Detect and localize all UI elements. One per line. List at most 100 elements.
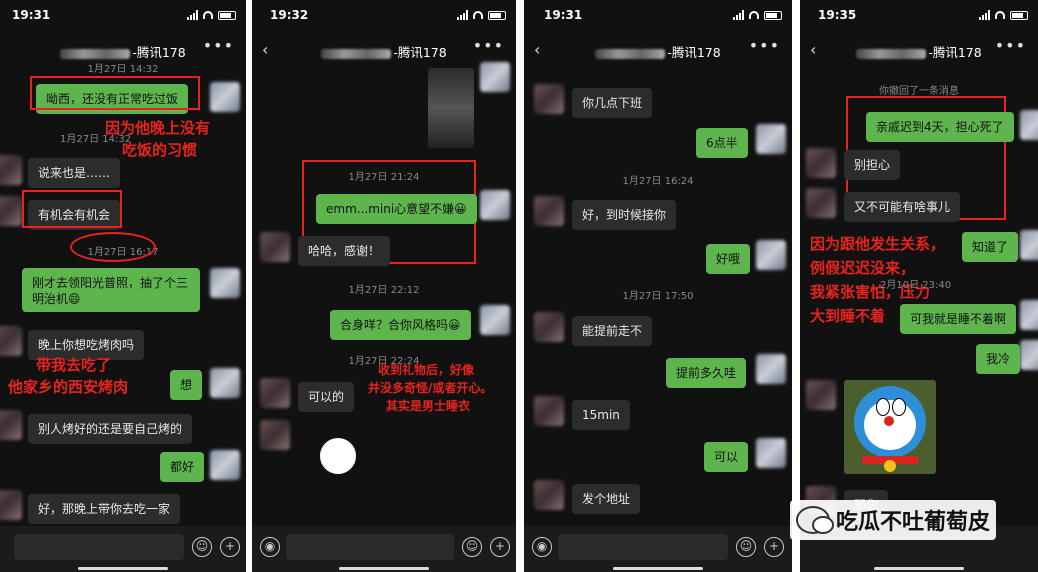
message-input[interactable] [558, 534, 728, 560]
timestamp: 1月27日 16:24 [622, 176, 694, 187]
avatar-self [756, 124, 786, 154]
phone-screenshot-3: 19:31 ‹ -腾讯178 ••• 你几点下班 6点半 1月27日 16:24… [524, 0, 792, 572]
wechat-icon [796, 506, 834, 534]
timestamp: 1月27日 17:50 [622, 291, 694, 302]
annotation-text: 其实是男士睡衣 [386, 399, 471, 413]
annotation-text: 并没多奇怪/或者开心。 [368, 381, 493, 395]
more-options-icon[interactable]: ••• [203, 36, 234, 55]
signal-icon [733, 10, 744, 20]
video-thumbnail[interactable] [428, 68, 474, 148]
battery-icon [764, 10, 782, 20]
message-bubble-received: 可以的 [298, 382, 355, 412]
avatar-contact [0, 155, 22, 185]
message-bubble-received: 能提前走不 [572, 316, 653, 346]
blurred-contact-name [60, 48, 131, 59]
avatar-contact [0, 490, 22, 520]
annotation-text: 因为跟他发生关系， [810, 235, 946, 253]
wifi-icon [749, 11, 759, 19]
avatar-contact [534, 396, 564, 426]
annotation-text: 他家乡的西安烤肉 [8, 378, 129, 396]
message-bubble-received: 发个地址 [572, 484, 641, 514]
plus-icon[interactable]: + [764, 537, 784, 557]
message-bubble-received: 你几点下班 [572, 88, 653, 118]
plus-icon[interactable]: + [490, 537, 510, 557]
plus-icon[interactable]: + [220, 537, 240, 557]
input-bar: ◉ ☺ + [252, 526, 516, 572]
sticker-image [320, 438, 356, 474]
message-bubble-sent: 好哦 [706, 244, 751, 274]
message-bubble-sent: 6点半 [696, 128, 748, 158]
status-time: 19:31 [12, 8, 51, 22]
highlight-box [22, 190, 122, 228]
recall-notice: 你撤回了一条消息 [879, 86, 959, 97]
timestamp: 1月27日 22:12 [348, 285, 420, 296]
avatar-contact [534, 312, 564, 342]
message-bubble-sent: 可以 [704, 442, 749, 472]
emoji-icon[interactable]: ☺ [736, 537, 756, 557]
avatar-contact [0, 410, 22, 440]
timestamp: 1月27日 14:32 [60, 134, 132, 145]
emoji-icon[interactable]: ☺ [462, 537, 482, 557]
avatar-contact [260, 232, 290, 262]
avatar-self [210, 368, 240, 398]
home-indicator [339, 567, 429, 570]
highlight-oval [70, 232, 156, 262]
battery-icon [488, 10, 506, 20]
avatar-contact [0, 326, 22, 356]
annotation-text: 带我去吃了 [36, 356, 112, 374]
watermark-text: 吃瓜不吐葡萄皮 [836, 510, 991, 535]
avatar-contact [806, 380, 836, 410]
timestamp: 1月27日 14:32 [87, 64, 159, 75]
timestamp: 2月10日 23:40 [880, 280, 952, 291]
blurred-contact-name [856, 48, 927, 59]
status-bar: 19:35 [800, 8, 1038, 26]
message-bubble-sent: 都好 [160, 452, 205, 482]
avatar-contact [806, 188, 836, 218]
emoji-icon[interactable]: ☺ [192, 537, 212, 557]
avatar-self [1020, 340, 1038, 370]
voice-icon[interactable]: ◉ [532, 537, 552, 557]
status-time: 19:35 [818, 8, 857, 22]
avatar-contact [260, 378, 290, 408]
avatar-self [210, 450, 240, 480]
message-bubble-sent: emm...mini心意望不嫌😀 [316, 194, 477, 224]
signal-icon [187, 10, 198, 20]
status-time: 19:32 [270, 8, 309, 22]
avatar-contact [534, 84, 564, 114]
phone-screenshot-1: 19:31 -腾讯178 ••• 1月27日 14:32 呦西，还没有正常吃过饭… [0, 0, 246, 572]
avatar-self [1020, 110, 1038, 140]
avatar-contact [260, 420, 290, 450]
avatar-self [756, 438, 786, 468]
more-options-icon[interactable]: ••• [749, 36, 780, 55]
battery-icon [1010, 10, 1028, 20]
more-options-icon[interactable]: ••• [473, 36, 504, 55]
input-bar: ◉ ☺ + [524, 526, 792, 572]
message-bubble-sent: 知道了 [962, 232, 1019, 262]
voice-icon[interactable]: ◉ [260, 537, 280, 557]
doraemon-sticker [844, 380, 936, 474]
message-bubble-received: 别人烤好的还是要自己烤的 [28, 414, 193, 444]
message-input[interactable] [14, 534, 184, 560]
signal-icon [979, 10, 990, 20]
chat-header: ‹ -腾讯178 ••• [524, 36, 792, 62]
message-input[interactable] [286, 534, 454, 560]
phone-screenshot-4: 19:35 ‹ -腾讯178 ••• 你撤回了一条消息 亲戚迟到4天，担心死了 … [800, 0, 1038, 572]
annotation-text: 大到睡不着 [810, 307, 886, 325]
watermark: 吃瓜不吐葡萄皮 [790, 500, 997, 540]
message-bubble-received: 又不可能有啥事儿 [844, 192, 961, 222]
avatar-self [480, 190, 510, 220]
wifi-icon [203, 11, 213, 19]
input-bar: ☺ + [0, 526, 246, 572]
avatar-contact [534, 480, 564, 510]
message-bubble-received: 说来也是…… [28, 158, 121, 188]
more-options-icon[interactable]: ••• [995, 36, 1026, 55]
avatar-self [480, 305, 510, 335]
avatar-contact [0, 196, 22, 226]
status-bar: 19:31 [0, 8, 246, 26]
home-indicator [613, 567, 703, 570]
blurred-contact-name [321, 48, 392, 59]
avatar-self [1020, 230, 1038, 260]
home-indicator [874, 567, 964, 570]
annotation-text: 例假迟迟没来， [810, 259, 916, 277]
highlight-box [30, 76, 200, 110]
